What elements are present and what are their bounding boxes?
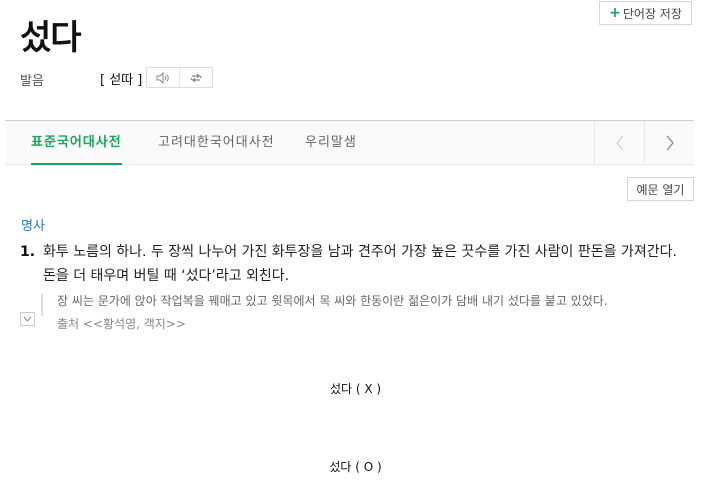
example-divider <box>41 294 43 316</box>
save-to-wordbook-button[interactable]: + 단어장 저장 <box>599 1 692 25</box>
repeat-icon[interactable] <box>179 68 212 87</box>
save-to-wordbook-label: 단어장 저장 <box>622 6 682 21</box>
example-collapse-button[interactable] <box>20 312 35 326</box>
tab-korea-univ-dictionary[interactable]: 고려대한국어대사전 <box>158 121 275 165</box>
chevron-left-icon <box>615 135 623 151</box>
part-of-speech: 명사 <box>21 219 45 234</box>
note-wrong: 섰다 ( X ) <box>329 382 382 396</box>
entry-title: 섰다 <box>20 18 82 58</box>
speaker-icon[interactable] <box>147 68 179 87</box>
chevron-right-icon <box>666 135 674 151</box>
next-tab-button[interactable] <box>644 121 694 165</box>
pronunciation-controls <box>146 67 213 88</box>
note-right: 섰다 ( O ) <box>329 460 382 474</box>
tab-urimalsaem[interactable]: 우리말샘 <box>305 121 357 165</box>
example-source: 출처 <<황석영, 객지>> <box>57 317 186 331</box>
pronunciation-value: [ 섣따 ] <box>100 73 143 88</box>
open-examples-button[interactable]: 예문 열기 <box>627 177 694 201</box>
definition-text: 화투 노름의 하나. 두 장씩 나누어 가진 화투장을 남과 견주어 가장 높은… <box>43 244 677 284</box>
prev-tab-button[interactable] <box>594 121 644 165</box>
chevron-down-icon <box>23 316 32 322</box>
plus-icon: + <box>609 5 621 21</box>
pronunciation-label: 발음 <box>20 74 44 89</box>
dictionary-tab-bar: 표준국어대사전 고려대한국어대사전 우리말샘 <box>5 120 694 165</box>
tab-standard-dictionary[interactable]: 표준국어대사전 <box>31 121 122 165</box>
example-sentence: 장 씨는 문가에 앉아 작업복을 꿰매고 있고 윗목에서 목 씨와 한동이란 젊… <box>57 294 608 308</box>
definition-number: 1. <box>20 244 36 260</box>
